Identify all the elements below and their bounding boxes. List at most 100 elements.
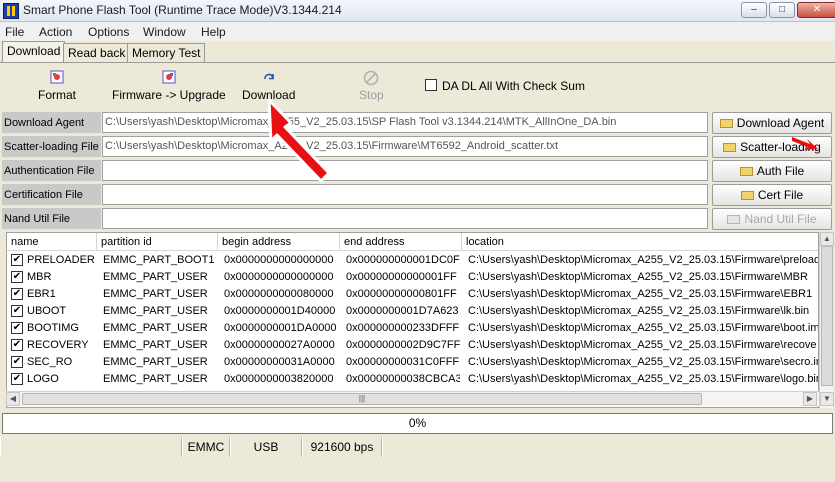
horizontal-scroll-thumb[interactable]: ||| (22, 393, 702, 405)
firmware-upgrade-label: Firmware -> Upgrade (112, 88, 226, 102)
maximize-button[interactable]: □ (769, 2, 795, 18)
row-begin-address: 0x0000000001DA0000 (224, 322, 337, 334)
status-rest (382, 437, 835, 457)
row-end-address: 0x00000000038CBCA3 (346, 373, 460, 385)
row-partition-id: EMMC_PART_USER (103, 322, 208, 334)
row-name: BOOTIMG (27, 322, 79, 334)
table-row[interactable]: ✔ UBOOT EMMC_PART_USER 0x0000000001D4000… (7, 303, 818, 320)
row-location: C:\Users\yash\Desktop\Micromax_A255_V2_2… (468, 356, 818, 368)
column-header-name[interactable]: name (7, 233, 97, 251)
table-row[interactable]: ✔ LOGO EMMC_PART_USER 0x0000000003820000… (7, 371, 818, 388)
row-partition-id: EMMC_PART_USER (103, 288, 208, 300)
stop-button[interactable]: Stop (359, 70, 384, 102)
tab-strip: Download Read back Memory Test (0, 41, 835, 63)
status-empty (0, 437, 182, 457)
table-row[interactable]: ✔ MBR EMMC_PART_USER 0x0000000000000000 … (7, 269, 818, 286)
scatter-loading-label: Scatter-loading File (2, 136, 101, 158)
vertical-scroll-thumb[interactable] (821, 246, 833, 386)
scroll-left-icon[interactable]: ◀ (6, 392, 20, 406)
nand-util-file-button-label: Nand Util File (744, 212, 817, 226)
folder-icon (740, 191, 754, 200)
window-title: Smart Phone Flash Tool (Runtime Trace Mo… (23, 3, 342, 17)
row-partition-id: EMMC_PART_BOOT1 (103, 254, 215, 266)
row-begin-address: 0x0000000000080000 (224, 288, 334, 300)
row-location: C:\Users\yash\Desktop\Micromax_A255_V2_2… (468, 288, 813, 300)
download-agent-button-label: Download Agent (736, 116, 825, 130)
menu-action[interactable]: Action (39, 25, 72, 39)
certification-file-field[interactable] (102, 184, 708, 205)
menu-options[interactable]: Options (88, 25, 129, 39)
nand-util-file-field[interactable] (102, 208, 708, 229)
authentication-file-label: Authentication File (2, 160, 101, 182)
row-checkbox[interactable]: ✔ (11, 271, 23, 283)
da-dl-all-checkbox[interactable] (425, 79, 437, 91)
vertical-scrollbar[interactable]: ▲ ▼ (819, 232, 834, 408)
row-end-address: 0x00000000031C0FFF (346, 356, 460, 368)
row-begin-address: 0x00000000027A0000 (224, 339, 335, 351)
tab-panel-border (0, 62, 835, 63)
row-end-address: 0x0000000001D7A623 (346, 305, 459, 317)
row-end-address: 0x00000000000001FF (346, 271, 457, 283)
nand-util-file-button[interactable]: Nand Util File (712, 208, 832, 230)
download-agent-button[interactable]: Download Agent (712, 112, 832, 134)
table-row[interactable]: ✔ SEC_RO EMMC_PART_USER 0x00000000031A00… (7, 354, 818, 371)
row-checkbox[interactable]: ✔ (11, 254, 23, 266)
format-button[interactable]: Format (38, 70, 76, 102)
title-bar: Smart Phone Flash Tool (Runtime Trace Mo… (0, 0, 835, 22)
column-header-location[interactable]: location (462, 233, 818, 251)
red-arrow-small-annotation (792, 137, 818, 150)
authentication-file-field[interactable] (102, 160, 708, 181)
row-name: SEC_RO (27, 356, 73, 368)
row-begin-address: 0x0000000001D40000 (224, 305, 336, 317)
row-checkbox[interactable]: ✔ (11, 305, 23, 317)
download-agent-field[interactable]: C:\Users\yash\Desktop\Micromax_A255_V2_2… (102, 112, 708, 133)
horizontal-scrollbar[interactable]: ◀ ||| ▶ (6, 391, 819, 406)
column-header-begin-address[interactable]: begin address (218, 233, 340, 251)
row-end-address: 0x00000000000801FF (346, 288, 457, 300)
cert-file-button[interactable]: Cert File (712, 184, 832, 206)
row-location: C:\Users\yash\Desktop\Micromax_A255_V2_2… (468, 373, 818, 385)
window-bottom (0, 458, 835, 482)
table-row[interactable]: ✔ BOOTIMG EMMC_PART_USER 0x0000000001DA0… (7, 320, 818, 337)
row-location: C:\Users\yash\Desktop\Micromax_A255_V2_2… (468, 254, 818, 266)
minimize-button[interactable]: – (741, 2, 767, 18)
download-icon (261, 70, 277, 86)
table-row[interactable]: ✔ PRELOADER EMMC_PART_BOOT1 0x0000000000… (7, 252, 818, 269)
scroll-down-icon[interactable]: ▼ (820, 392, 834, 406)
column-header-partition-id[interactable]: partition id (97, 233, 218, 251)
auth-file-button[interactable]: Auth File (712, 160, 832, 182)
row-checkbox[interactable]: ✔ (11, 322, 23, 334)
menu-help[interactable]: Help (201, 25, 226, 39)
row-partition-id: EMMC_PART_USER (103, 271, 208, 283)
tab-download[interactable]: Download (2, 41, 66, 63)
row-partition-id: EMMC_PART_USER (103, 356, 208, 368)
progress-bar: 0% (2, 413, 833, 434)
firmware-upgrade-button[interactable]: Firmware -> Upgrade (112, 70, 226, 102)
partition-table: name partition id begin address end addr… (6, 232, 819, 408)
scroll-right-icon[interactable]: ▶ (803, 392, 817, 406)
table-row[interactable]: ✔ EBR1 EMMC_PART_USER 0x0000000000080000… (7, 286, 818, 303)
menu-bar: File Action Options Window Help (0, 22, 835, 41)
app-icon (3, 3, 19, 19)
row-checkbox[interactable]: ✔ (11, 373, 23, 385)
menu-window[interactable]: Window (143, 25, 186, 39)
menu-file[interactable]: File (5, 25, 24, 39)
cert-file-button-label: Cert File (757, 188, 804, 202)
row-checkbox[interactable]: ✔ (11, 339, 23, 351)
tab-read-back[interactable]: Read back (63, 43, 131, 63)
scatter-loading-field[interactable]: C:\Users\yash\Desktop\Micromax_A255_V2_2… (102, 136, 708, 157)
scroll-up-icon[interactable]: ▲ (820, 232, 834, 246)
tab-memory-test[interactable]: Memory Test (127, 43, 206, 63)
table-row[interactable]: ✔ RECOVERY EMMC_PART_USER 0x00000000027A… (7, 337, 818, 354)
red-arrow-annotation (267, 98, 331, 183)
row-begin-address: 0x0000000000000000 (224, 254, 334, 266)
row-checkbox[interactable]: ✔ (11, 288, 23, 300)
close-button[interactable]: ✕ (797, 2, 835, 18)
row-begin-address: 0x00000000031A0000 (224, 356, 335, 368)
row-checkbox[interactable]: ✔ (11, 356, 23, 368)
nand-util-file-label: Nand Util File (2, 208, 101, 230)
row-name: PRELOADER (27, 254, 95, 266)
column-header-end-address[interactable]: end address (340, 233, 462, 251)
format-icon (49, 70, 65, 86)
certification-file-label: Certification File (2, 184, 101, 206)
